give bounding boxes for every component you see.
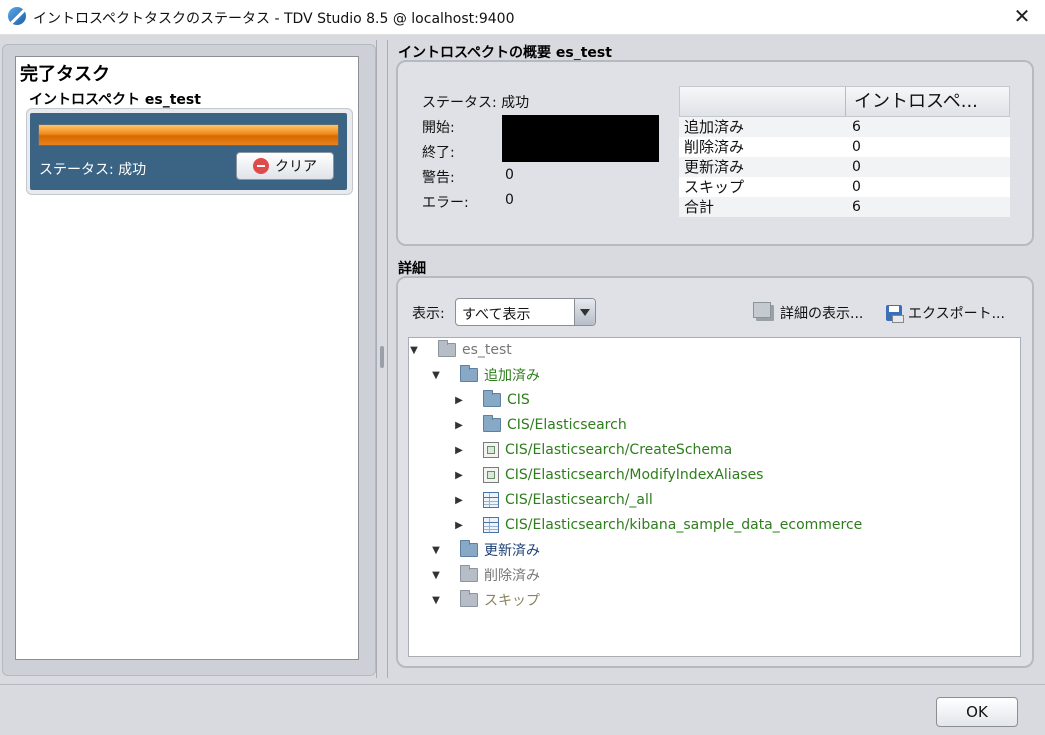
- tree-node-label: CIS/Elasticsearch/ModifyIndexAliases: [505, 467, 764, 483]
- clear-button[interactable]: クリア: [236, 152, 334, 180]
- show-details-label: 詳細の表示...: [780, 306, 864, 322]
- warning-value: 0: [505, 167, 514, 183]
- table-icon: [483, 492, 499, 508]
- window-title: イントロスペクトタスクのステータス - TDV Studio 8.5 @ loc…: [33, 11, 515, 27]
- table-row: スキップ 0: [679, 177, 1010, 197]
- tree-node-label: 追加済み: [484, 368, 540, 384]
- splitter-grip-icon[interactable]: [380, 346, 384, 368]
- tree-node-item[interactable]: ▶ CIS/Elasticsearch/_all: [453, 489, 653, 511]
- export-label: エクスポート...: [908, 306, 1005, 322]
- row-label: 合計: [684, 198, 715, 216]
- expand-toggle-icon[interactable]: ▼: [430, 545, 442, 556]
- folder-icon: [483, 415, 501, 432]
- tree-node-label: CIS/Elasticsearch/kibana_sample_data_eco…: [505, 517, 863, 533]
- table-row: 更新済み 0: [679, 157, 1010, 177]
- close-button[interactable]: ✕: [999, 0, 1045, 34]
- folder-icon: [460, 590, 478, 607]
- chevron-down-icon[interactable]: [574, 299, 595, 325]
- task-progress-fill: [39, 125, 338, 145]
- tree-node-root[interactable]: ▼ es_test: [408, 339, 512, 361]
- collapse-toggle-icon[interactable]: ▶: [453, 470, 465, 481]
- show-details-button[interactable]: 詳細の表示...: [753, 302, 864, 323]
- clear-button-label: クリア: [275, 159, 317, 175]
- row-label: 削除済み: [684, 138, 745, 156]
- row-label: 追加済み: [684, 118, 745, 136]
- collapse-toggle-icon[interactable]: ▶: [453, 395, 465, 406]
- tree-node-label: es_test: [462, 342, 512, 358]
- expand-toggle-icon[interactable]: ▼: [430, 570, 442, 581]
- procedure-icon: [483, 442, 499, 458]
- tree-node-item[interactable]: ▶ CIS/Elasticsearch/ModifyIndexAliases: [453, 464, 763, 486]
- row-label: スキップ: [684, 178, 745, 196]
- tree-node-deleted[interactable]: ▼ 削除済み: [430, 564, 540, 586]
- row-label: 更新済み: [684, 158, 745, 176]
- folder-icon: [460, 565, 478, 582]
- folder-icon: [460, 540, 478, 557]
- row-value: 0: [852, 179, 861, 195]
- folder-icon: [460, 365, 478, 382]
- row-value: 0: [852, 159, 861, 175]
- details-heading: 詳細: [398, 261, 426, 277]
- collapse-toggle-icon[interactable]: ▶: [453, 495, 465, 506]
- row-value: 6: [852, 199, 861, 215]
- summary-table: イントロスペ... 追加済み 6 削除済み 0 更新済み 0 スキップ 0 合計…: [679, 86, 1010, 217]
- tree-node-label: CIS/Elasticsearch/_all: [505, 492, 653, 508]
- export-button[interactable]: エクスポート...: [886, 303, 1005, 323]
- table-row: 追加済み 6: [679, 117, 1010, 137]
- tree-node-label: CIS: [507, 392, 530, 408]
- summary-heading: イントロスペクトの概要 es_test: [398, 45, 612, 61]
- tree-node-updated[interactable]: ▼ 更新済み: [430, 539, 540, 561]
- ok-button[interactable]: OK: [936, 697, 1018, 727]
- tree-node-added[interactable]: ▼ 追加済み: [430, 364, 540, 386]
- expand-toggle-icon[interactable]: ▼: [430, 370, 442, 381]
- table-header: イントロスペ...: [679, 86, 1010, 117]
- remove-icon: [253, 158, 269, 174]
- tdv-app-icon: [8, 7, 26, 25]
- task-name: イントロスペクト es_test: [29, 92, 201, 108]
- tree-node-label: 削除済み: [484, 568, 540, 584]
- collapse-toggle-icon[interactable]: ▶: [453, 420, 465, 431]
- table-header-introspect[interactable]: イントロスペ...: [846, 87, 1009, 116]
- tree-node-label: スキップ: [484, 593, 540, 609]
- tree-node-item[interactable]: ▶ CIS/Elasticsearch: [453, 414, 627, 436]
- save-export-icon: [886, 305, 904, 323]
- show-filter-select[interactable]: すべて表示: [455, 298, 596, 326]
- procedure-icon: [483, 467, 499, 483]
- collapse-toggle-icon[interactable]: ▶: [453, 445, 465, 456]
- tree-node-item[interactable]: ▶ CIS: [453, 389, 530, 411]
- title-bar: イントロスペクトタスクのステータス - TDV Studio 8.5 @ loc…: [0, 0, 1045, 35]
- details-icon: [753, 302, 774, 321]
- end-label: 終了:: [422, 145, 455, 161]
- row-value: 0: [852, 139, 861, 155]
- table-header-label-cell[interactable]: [680, 87, 846, 116]
- row-value: 6: [852, 119, 861, 135]
- warning-label: 警告:: [422, 170, 455, 186]
- task-status: ステータス: 成功: [39, 162, 147, 178]
- folder-icon: [483, 390, 501, 407]
- tree-node-skipped[interactable]: ▼ スキップ: [430, 589, 540, 611]
- summary-status: ステータス: 成功: [422, 95, 530, 111]
- error-label: エラー:: [422, 195, 469, 211]
- tree-node-item[interactable]: ▶ CIS/Elasticsearch/CreateSchema: [453, 439, 732, 461]
- show-filter-value: すべて表示: [462, 307, 531, 323]
- show-label: 表示:: [412, 306, 445, 322]
- task-progress-bar: [38, 124, 339, 146]
- collapse-toggle-icon[interactable]: ▶: [453, 520, 465, 531]
- table-icon: [483, 517, 499, 533]
- folder-icon: [438, 340, 456, 357]
- tree-node-label: CIS/Elasticsearch: [507, 417, 627, 433]
- completed-tasks-heading: 完了タスク: [20, 64, 110, 85]
- tree-node-label: CIS/Elasticsearch/CreateSchema: [505, 442, 733, 458]
- tree-node-item[interactable]: ▶ CIS/Elasticsearch/kibana_sample_data_e…: [453, 514, 862, 536]
- table-row: 合計 6: [679, 197, 1010, 217]
- error-value: 0: [505, 192, 514, 208]
- redacted-timestamps: [502, 115, 659, 162]
- tree-node-label: 更新済み: [484, 543, 540, 559]
- expand-toggle-icon[interactable]: ▼: [408, 345, 420, 356]
- start-label: 開始:: [422, 120, 455, 136]
- footer-divider: [0, 684, 1045, 685]
- table-row: 削除済み 0: [679, 137, 1010, 157]
- expand-toggle-icon[interactable]: ▼: [430, 595, 442, 606]
